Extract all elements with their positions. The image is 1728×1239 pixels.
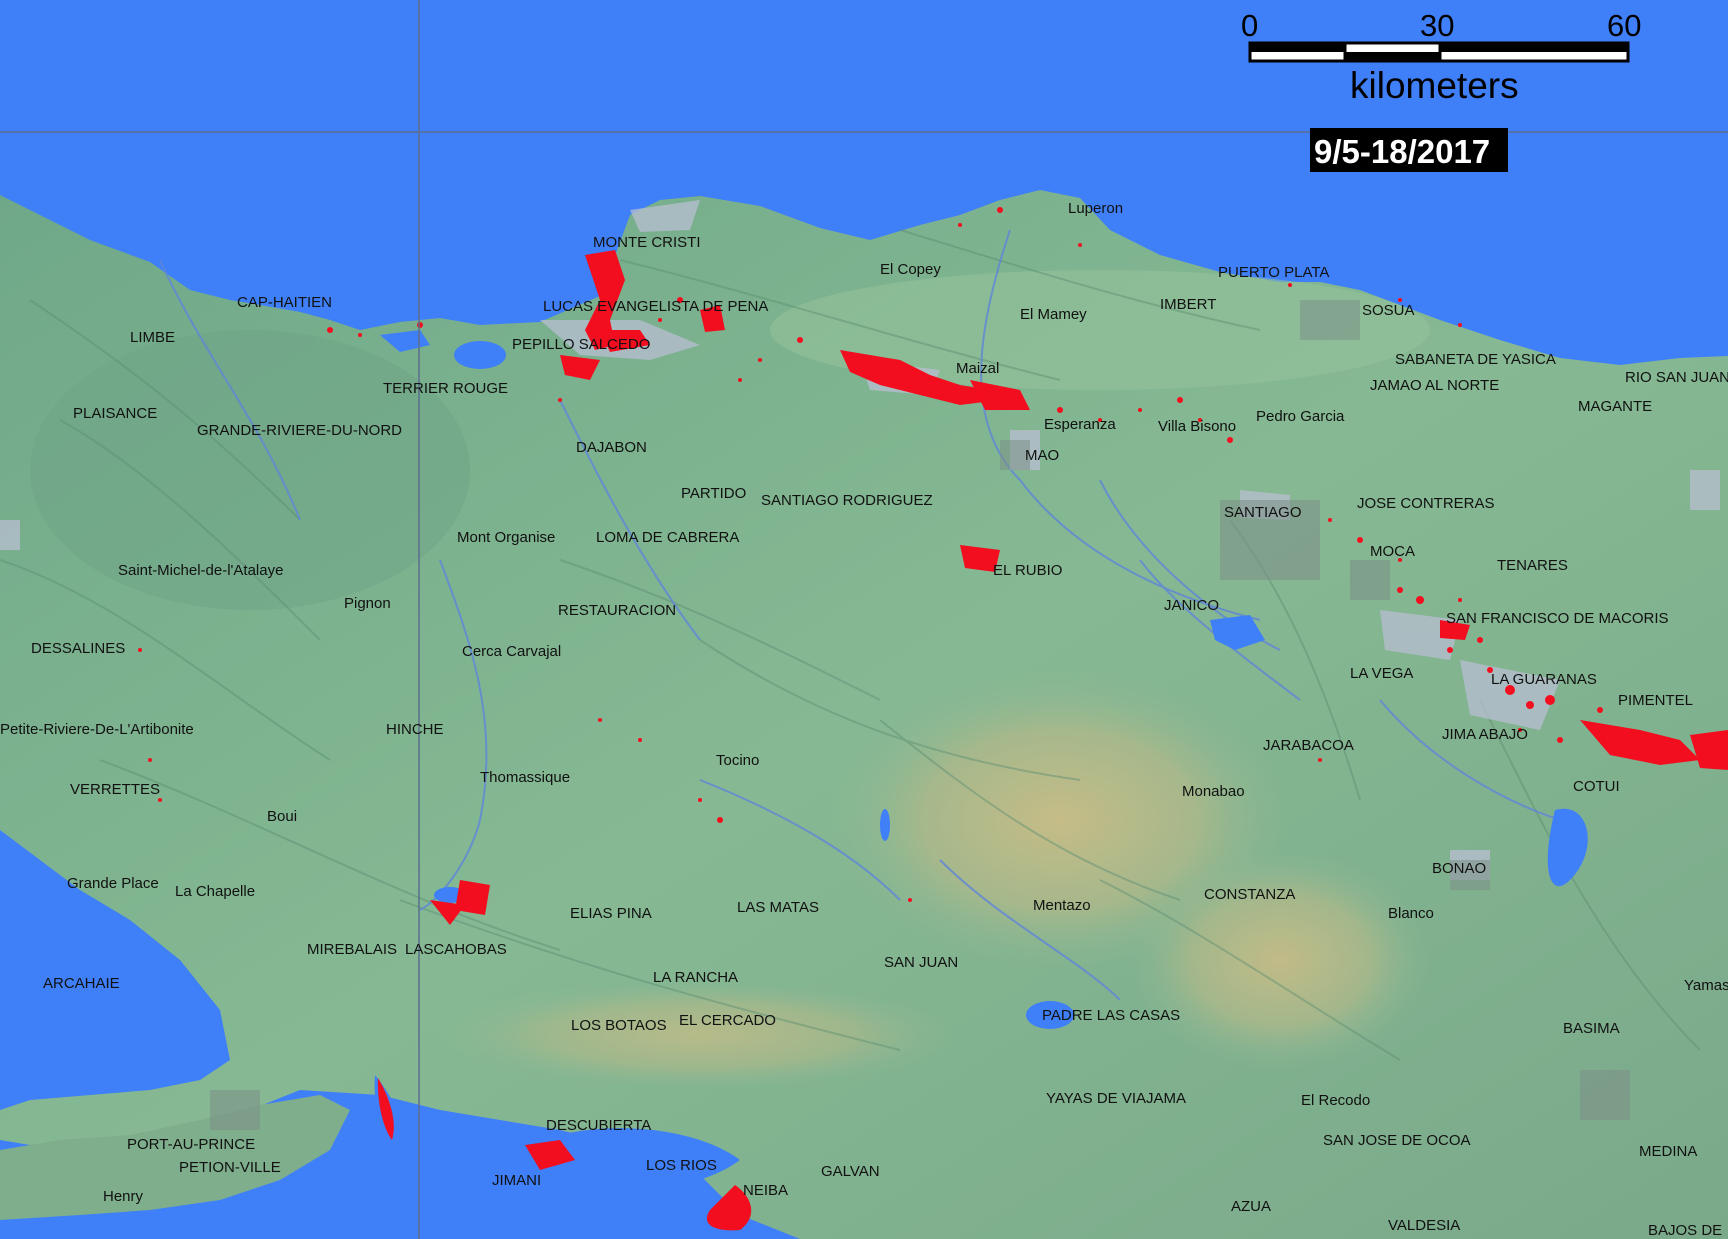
place-label: YAYAS DE VIAJAMA: [1046, 1090, 1186, 1107]
place-label: SAN JOSE DE OCOA: [1323, 1132, 1471, 1149]
place-label: CAP-HAITIEN: [237, 294, 332, 311]
place-label: TERRIER ROUGE: [383, 380, 508, 397]
place-label: MAO: [1025, 447, 1059, 464]
place-label: Saint-Michel-de-l'Atalaye: [118, 562, 283, 579]
place-label: LAS MATAS: [737, 899, 819, 916]
place-label: JARABACOA: [1263, 737, 1354, 754]
place-label: MONTE CRISTI: [593, 234, 701, 251]
place-label: IMBERT: [1160, 296, 1216, 313]
place-label: Mentazo: [1033, 897, 1091, 914]
place-label: PADRE LAS CASAS: [1042, 1007, 1180, 1024]
place-label: SANTIAGO: [1224, 504, 1302, 521]
place-label: VALDESIA: [1388, 1217, 1460, 1234]
place-label: El Copey: [880, 261, 941, 278]
place-label: El Recodo: [1301, 1092, 1370, 1109]
place-label: DAJABON: [576, 439, 647, 456]
place-label: SANTIAGO RODRIGUEZ: [761, 492, 933, 509]
place-label: DESCUBIERTA: [546, 1117, 651, 1134]
place-label: Blanco: [1388, 905, 1434, 922]
place-label: ELIAS PINA: [570, 905, 652, 922]
place-label: PORT-AU-PRINCE: [127, 1136, 255, 1153]
place-label: MAGANTE: [1578, 398, 1652, 415]
place-label: EL RUBIO: [993, 562, 1062, 579]
place-label: JANICO: [1164, 597, 1219, 614]
place-label: Cerca Carvajal: [462, 643, 561, 660]
scale-tick-30: 30: [1420, 8, 1454, 43]
place-label: SABANETA DE YASICA: [1395, 351, 1556, 368]
place-label: JIMA ABAJO: [1442, 726, 1528, 743]
place-label: PETION-VILLE: [179, 1159, 281, 1176]
place-label: Thomassique: [480, 769, 570, 786]
place-label: Boui: [267, 808, 297, 825]
place-label: LA VEGA: [1350, 665, 1413, 682]
place-label: Monabao: [1182, 783, 1245, 800]
place-label: JIMANI: [492, 1172, 541, 1189]
place-label: BASIMA: [1563, 1020, 1620, 1037]
place-label: Villa Bisono: [1158, 418, 1236, 435]
place-label: Pignon: [344, 595, 391, 612]
place-label: PARTIDO: [681, 485, 746, 502]
place-label: Luperon: [1068, 200, 1123, 217]
place-label: LIMBE: [130, 329, 175, 346]
place-label: GRANDE-RIVIERE-DU-NORD: [197, 422, 402, 439]
place-label: CONSTANZA: [1204, 886, 1295, 903]
place-label: Yamas: [1684, 977, 1728, 994]
place-label: PIMENTEL: [1618, 692, 1693, 709]
place-label: COTUI: [1573, 778, 1620, 795]
place-label: BAJOS DE: [1648, 1222, 1722, 1239]
place-label: MIREBALAIS: [307, 941, 397, 958]
place-label: RESTAURACION: [558, 602, 676, 619]
scale-tick-60: 60: [1607, 8, 1641, 43]
place-label: SAN FRANCISCO DE MACORIS: [1446, 610, 1669, 627]
place-label: RIO SAN JUAN: [1625, 369, 1728, 386]
place-label: Mont Organise: [457, 529, 555, 546]
date-text: 9/5-18/2017: [1314, 133, 1490, 170]
place-label: Pedro Garcia: [1256, 408, 1345, 425]
place-label: NEIBA: [743, 1182, 788, 1199]
place-label: El Mamey: [1020, 306, 1087, 323]
date-label: 9/5-18/2017: [1310, 128, 1508, 172]
place-label: Esperanza: [1044, 416, 1116, 433]
place-label: ARCAHAIE: [43, 975, 120, 992]
place-label: TENARES: [1497, 557, 1568, 574]
place-label: BONAO: [1432, 860, 1486, 877]
place-label: La Chapelle: [175, 883, 255, 900]
scale-unit-label: kilometers: [1350, 65, 1519, 106]
place-label: PLAISANCE: [73, 405, 157, 422]
place-label: LASCAHOBAS: [405, 941, 507, 958]
place-label: Petite-Riviere-De-L'Artibonite: [0, 721, 194, 738]
place-label: LUCAS EVANGELISTA DE PENA: [543, 298, 768, 315]
place-label: SAN JUAN: [884, 954, 958, 971]
place-label: JOSE CONTRERAS: [1357, 495, 1495, 512]
map-canvas[interactable]: MONTE CRISTI Luperon El Copey PUERTO PLA…: [0, 0, 1728, 1239]
place-label: HINCHE: [386, 721, 444, 738]
place-label: VERRETTES: [70, 781, 160, 798]
place-label: LOS BOTAOS: [571, 1017, 667, 1034]
place-label: Tocino: [716, 752, 759, 769]
scale-tick-0: 0: [1241, 8, 1258, 43]
place-label: LOMA DE CABRERA: [596, 529, 739, 546]
place-label: EL CERCADO: [679, 1012, 776, 1029]
place-label: LOS RIOS: [646, 1157, 717, 1174]
place-label: AZUA: [1231, 1198, 1271, 1215]
place-label: Grande Place: [67, 875, 159, 892]
place-label: SOSUA: [1362, 302, 1415, 319]
place-label: LA GUARANAS: [1491, 671, 1597, 688]
place-label: Maizal: [956, 360, 999, 377]
cordillera-central-south: [1130, 850, 1430, 1070]
place-label: JAMAO AL NORTE: [1370, 377, 1499, 394]
place-label: PEPILLO SALCEDO: [512, 336, 650, 353]
place-label: PUERTO PLATA: [1218, 264, 1329, 281]
place-label: Henry: [103, 1188, 144, 1205]
place-label: DESSALINES: [31, 640, 125, 657]
place-label: MEDINA: [1639, 1143, 1697, 1160]
place-label: MOCA: [1370, 543, 1415, 560]
place-label: LA RANCHA: [653, 969, 738, 986]
place-label: GALVAN: [821, 1163, 880, 1180]
